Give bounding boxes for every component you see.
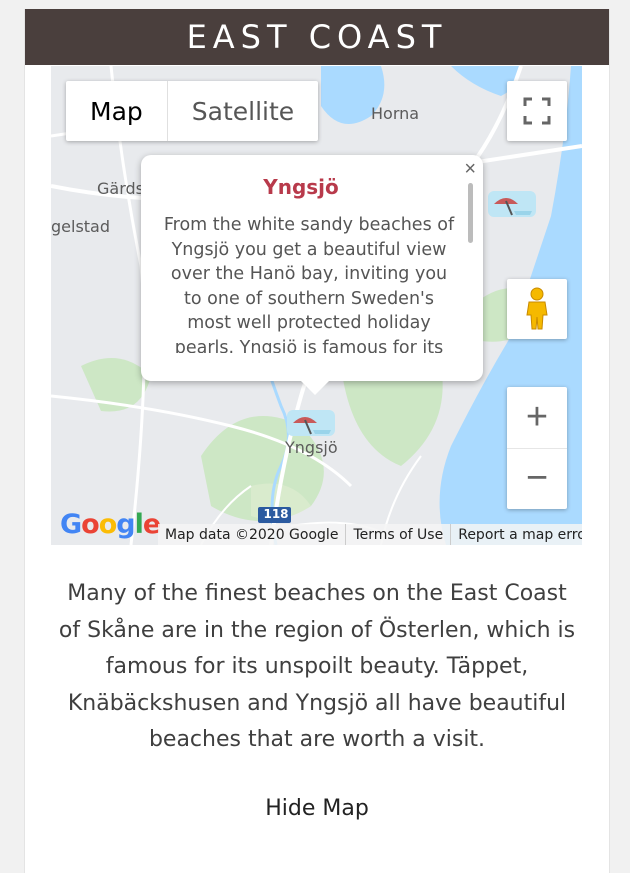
section-header: EAST COAST <box>25 9 609 65</box>
street-view-pegman-button[interactable] <box>507 279 567 339</box>
pegman-icon <box>526 287 548 330</box>
google-logo: Google <box>60 509 161 540</box>
close-icon[interactable]: × <box>464 158 476 181</box>
fullscreen-button[interactable] <box>507 81 567 141</box>
zoom-control: + − <box>507 387 567 509</box>
info-window: Yngsjö × From the white sandy beaches of… <box>141 155 483 395</box>
section-title: EAST COAST <box>186 18 448 56</box>
zoom-in-button[interactable]: + <box>507 388 567 449</box>
map-data-attribution: Map data ©2020 Google <box>165 526 339 543</box>
map-footer: Map data ©2020 Google Terms of Use Repor… <box>158 524 582 545</box>
map-type-map-button[interactable]: Map <box>66 81 168 141</box>
info-window-scrollbar[interactable] <box>468 183 473 243</box>
road-number-label: 118 <box>263 507 289 521</box>
map-view[interactable]: Horna Gärds gelstad Yngsjö 118 Map Satel… <box>51 66 582 545</box>
region-card: EAST COAST Horna Gärds gelstad Yngsjö 11… <box>24 9 610 873</box>
report-map-error-link[interactable]: Report a map error <box>450 524 582 545</box>
fullscreen-icon <box>523 97 551 125</box>
place-label-gards: Gärds <box>97 179 144 198</box>
region-description: Many of the finest beaches on the East C… <box>58 581 576 752</box>
info-window-body: From the white sandy beaches of Yngsjö y… <box>163 215 455 353</box>
terms-of-use-link[interactable]: Terms of Use <box>345 524 450 545</box>
place-label-horna: Horna <box>371 104 420 123</box>
place-label-gelstad: gelstad <box>51 217 111 236</box>
map-type-satellite-button[interactable]: Satellite <box>168 81 318 141</box>
map-type-control: Map Satellite <box>66 81 319 141</box>
zoom-out-button[interactable]: − <box>507 449 567 509</box>
place-label-yngsjo: Yngsjö <box>285 438 338 457</box>
info-window-title: Yngsjö <box>263 175 339 199</box>
hide-map-button[interactable]: Hide Map <box>25 796 609 821</box>
